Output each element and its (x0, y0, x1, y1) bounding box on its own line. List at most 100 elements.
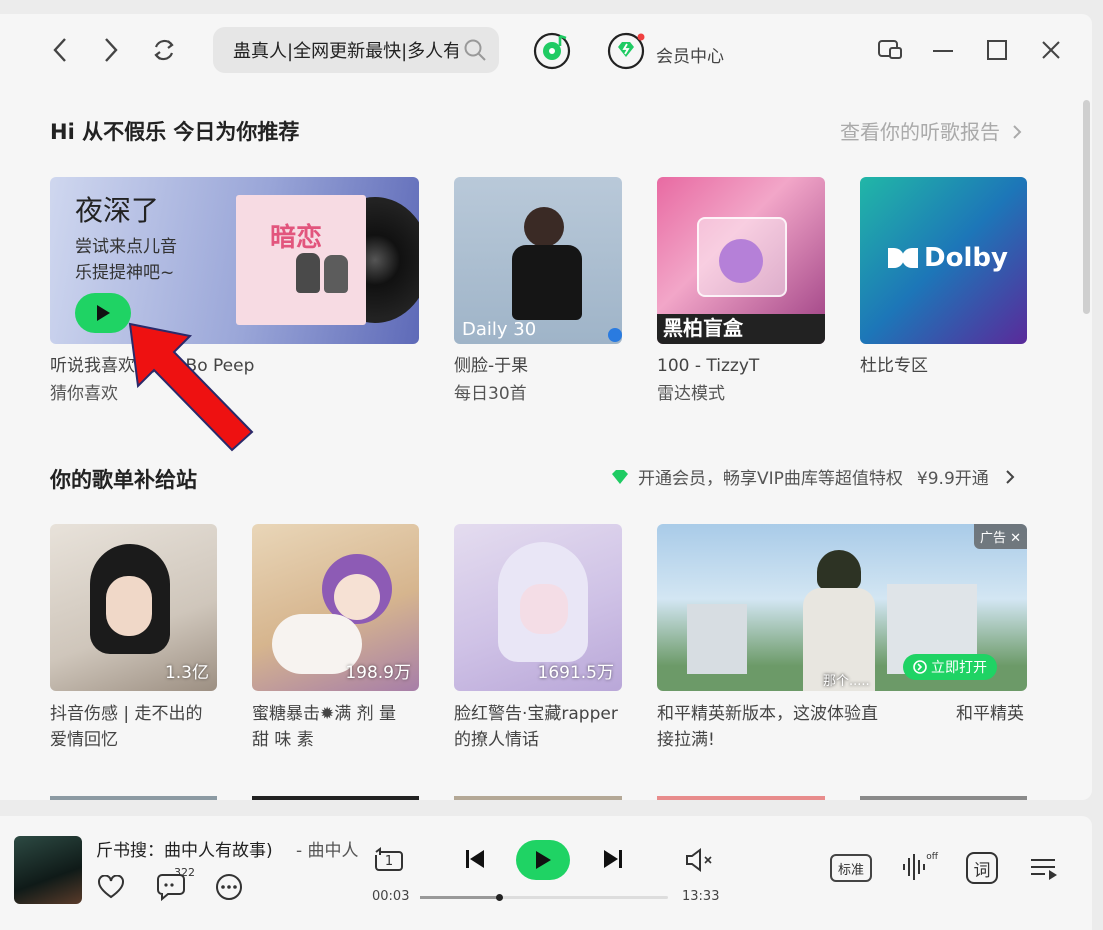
playlist-card[interactable]: 1.3亿 (50, 524, 217, 691)
next-row-card[interactable] (454, 796, 622, 800)
vip-price: ¥9.9开通 (916, 469, 989, 489)
vip-promo-text: 开通会员，畅享VIP曲库等超值特权 (638, 469, 903, 489)
playlist-title-line2[interactable]: 甜 味 素 (252, 726, 314, 754)
playlist-card[interactable]: 198.9万 (252, 524, 419, 691)
next-row-card[interactable] (657, 796, 825, 800)
search-box[interactable]: 蛊真人|全网更新最快|多人有 (213, 27, 499, 73)
play-pause-button[interactable] (516, 840, 570, 880)
enter-icon (913, 660, 927, 674)
like-icon[interactable] (96, 872, 126, 902)
close-icon[interactable] (1037, 36, 1065, 64)
playlist-section-title: 你的歌单补给站 (50, 468, 197, 492)
ad-open-button[interactable]: 立即打开 (903, 654, 997, 680)
playlist-title-line2[interactable]: 爱情回忆 (50, 726, 118, 754)
ad-badge[interactable]: 广告 ✕ (973, 524, 1027, 549)
repeat-one-icon[interactable]: 1 (372, 846, 406, 876)
main-window: 蛊真人|全网更新最快|多人有 会员中心 Hi 从不假乐 今日为你推荐 查看你的听… (0, 14, 1092, 800)
lyrics-button[interactable]: 词 (966, 852, 998, 884)
next-row-card[interactable] (252, 796, 419, 800)
sketch-face (520, 584, 568, 634)
cartoon-figure (296, 253, 320, 293)
volume-muted-icon[interactable] (682, 846, 716, 874)
now-playing-title[interactable]: 斤书搜：曲中人有故事) (96, 836, 273, 861)
vip-diamond-icon[interactable] (607, 32, 645, 70)
toy-figure (719, 239, 763, 283)
play-count: 198.9万 (345, 663, 411, 683)
card-subtitle: 每日30首 (454, 384, 527, 404)
search-icon[interactable] (463, 38, 487, 62)
search-input[interactable]: 蛊真人|全网更新最快|多人有 (233, 37, 458, 63)
recommend-title: Hi 从不假乐 今日为你推荐 (50, 120, 300, 144)
card-subtitle: 猜你喜欢 (50, 384, 118, 404)
playlist-title-line1[interactable]: 抖音伤感 | 走不出的 (50, 700, 203, 728)
play-icon (536, 851, 551, 869)
minimize-icon[interactable] (929, 36, 957, 64)
more-icon[interactable] (214, 872, 244, 902)
portrait-face (106, 576, 152, 636)
cartoon-figure (324, 255, 348, 293)
music-disc-icon[interactable] (533, 32, 571, 70)
radar-card[interactable]: 黑柏盲盒 (657, 177, 825, 344)
ad-open-label: 立即打开 (931, 660, 987, 676)
mini-mode-icon[interactable] (876, 36, 904, 64)
singer-body (512, 245, 582, 320)
playlist-card[interactable]: 1691.5万 (454, 524, 622, 691)
total-duration: 13:33 (682, 889, 720, 904)
dolby-card[interactable]: Dolby (860, 177, 1027, 344)
progress-knob[interactable] (496, 894, 504, 901)
radar-cover-text: 黑柏盲盒 (663, 316, 743, 340)
vip-promo-banner[interactable]: 开通会员，畅享VIP曲库等超值特权 ¥9.9开通 (610, 464, 1017, 489)
banner-subline-2: 乐提提神吧~ (75, 263, 175, 283)
next-row-card[interactable] (860, 796, 1027, 800)
maximize-icon[interactable] (983, 36, 1011, 64)
playlist-title-line1[interactable]: 脸红警告·宝藏rapper (454, 700, 618, 728)
building (687, 604, 747, 674)
playlist-title-line1[interactable]: 蜜糖暴击✹满 剂 量 (252, 700, 396, 728)
refresh-icon[interactable] (148, 34, 180, 66)
close-icon[interactable]: ✕ (1010, 531, 1021, 546)
listening-report-link[interactable]: 查看你的听歌报告 (840, 116, 1024, 145)
progress-fill (420, 896, 500, 899)
back-icon[interactable] (44, 34, 76, 66)
ad-card[interactable]: 广告 ✕ 那个..... 立即打开 (657, 524, 1027, 691)
play-count: 1691.5万 (537, 663, 614, 683)
forward-icon[interactable] (95, 34, 127, 66)
now-playing-artist[interactable]: - 曲中人 (296, 836, 359, 861)
dot-decoration (608, 328, 622, 342)
progress-bar[interactable] (420, 894, 668, 901)
ad-caption-line1[interactable]: 和平精英新版本，这波体验直 (657, 700, 878, 728)
card-title[interactable]: 侧脸-于果 (454, 352, 528, 380)
chevron-right-icon (1013, 125, 1022, 139)
elapsed-time: 00:03 (372, 889, 410, 904)
dolby-logo: Dolby (886, 243, 1008, 273)
red-arrow-annotation (128, 322, 254, 452)
listening-report-label: 查看你的听歌报告 (840, 120, 1000, 144)
anime-face (334, 574, 380, 620)
banner-subline-1: 尝试来点儿音 (75, 237, 177, 257)
vip-center-link[interactable]: 会员中心 (656, 42, 724, 67)
quality-button[interactable]: 标准 (830, 854, 872, 882)
next-row-card[interactable] (50, 796, 217, 800)
player-bar: 斤书搜：曲中人有故事) - 曲中人 322 1 00:03 13:33 标准 o… (0, 816, 1092, 930)
play-icon (97, 305, 110, 321)
daily-30-card[interactable]: Daily 30 (454, 177, 622, 344)
now-playing-cover[interactable] (14, 836, 82, 904)
card-title[interactable]: 杜比专区 (860, 352, 928, 380)
card-title[interactable]: 100 - TizzyT (657, 352, 759, 380)
previous-track-icon[interactable] (462, 846, 488, 872)
repeat-count: 1 (384, 853, 394, 869)
sound-effect-icon[interactable]: off (900, 850, 940, 884)
scrollbar[interactable] (1083, 100, 1090, 314)
vip-diamond-icon (612, 469, 628, 484)
soldier-helmet (817, 550, 861, 590)
next-track-icon[interactable] (600, 846, 626, 872)
chevron-right-icon (1006, 469, 1015, 484)
album-title: 暗恋 (270, 223, 323, 253)
card-subtitle: 雷达模式 (657, 384, 725, 404)
top-bar: 蛊真人|全网更新最快|多人有 会员中心 (0, 14, 1092, 86)
ad-caption-line2[interactable]: 接拉满! (657, 726, 715, 754)
dolby-text: Dolby (924, 243, 1008, 273)
playlist-queue-icon[interactable] (1028, 854, 1060, 882)
playlist-title-line2[interactable]: 的撩人情话 (454, 726, 539, 754)
album-cover: 暗恋 (236, 195, 366, 325)
